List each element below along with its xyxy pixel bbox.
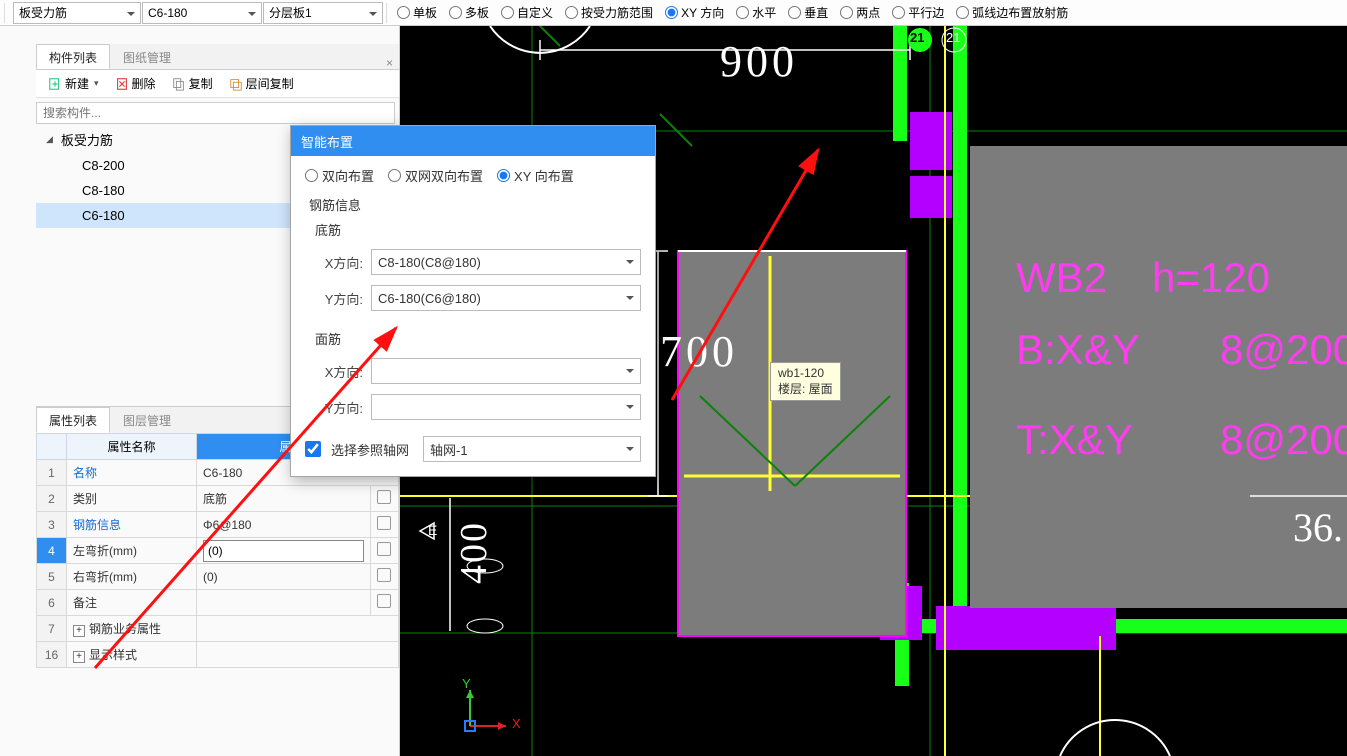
dim-900: 900	[720, 36, 798, 87]
dim-700: 700	[660, 326, 738, 377]
new-icon	[48, 77, 62, 91]
dim-400: 400	[452, 521, 496, 584]
ucs-y-label: Y	[462, 676, 471, 691]
radio-bidir[interactable]: 双向布置	[305, 166, 374, 185]
radio-double-net[interactable]: 双网双向布置	[388, 166, 483, 185]
table-row[interactable]: 16+显示样式	[37, 642, 399, 668]
copy-button[interactable]: 复制	[168, 73, 217, 94]
axis-select[interactable]: 轴网-1	[423, 436, 641, 462]
radio-custom[interactable]: 自定义	[501, 4, 553, 21]
dialog-title[interactable]: 智能布置	[291, 126, 655, 156]
floor-copy-icon	[229, 77, 243, 91]
label-y: Y方向:	[305, 289, 371, 308]
delete-button[interactable]: 删除	[111, 73, 160, 94]
hover-tooltip: wb1-120 楼层: 屋面	[770, 362, 841, 401]
new-button[interactable]: 新建▾	[44, 73, 103, 94]
table-row[interactable]: 2类别底筋	[37, 486, 399, 512]
smart-layout-dialog: 智能布置 双向布置 双网双向布置 XY 向布置 钢筋信息 底筋 X方向: C8-…	[290, 125, 656, 477]
ucs-x-label: X	[512, 716, 521, 731]
tab-layer-mgmt[interactable]: 图层管理	[110, 407, 184, 433]
close-icon[interactable]: ×	[386, 56, 393, 70]
floor-copy-button[interactable]: 层间复制	[225, 73, 298, 94]
sub-bottom: 底筋	[315, 220, 641, 239]
table-row[interactable]: 7+钢筋业务属性	[37, 616, 399, 642]
slab-h: h=120	[1152, 254, 1270, 303]
ref-grid-checkbox[interactable]	[305, 441, 321, 457]
label-x2: X方向:	[305, 362, 371, 381]
search-input[interactable]	[36, 102, 395, 124]
tab-property-list[interactable]: 属性列表	[36, 407, 110, 433]
radio-range[interactable]: 按受力筋范围	[565, 4, 653, 21]
dim-36: 36.	[1293, 504, 1343, 551]
component-name-select[interactable]: C6-180	[142, 2, 262, 24]
slab-b-val: 8@200	[1220, 326, 1347, 375]
x-top-select[interactable]	[371, 358, 641, 384]
component-toolbar: 新建▾ 删除 复制 层间复制	[36, 70, 399, 98]
x-bottom-select[interactable]: C8-180(C8@180)	[371, 249, 641, 275]
tab-drawing-mgmt[interactable]: 图纸管理	[110, 44, 184, 69]
axis-tag-a: 21	[910, 30, 924, 45]
left-bend-input[interactable]	[203, 540, 364, 562]
radio-single[interactable]: 单板	[397, 4, 437, 21]
copy-icon	[172, 77, 186, 91]
slab-t-val: 8@200	[1220, 416, 1347, 465]
radio-twopoint[interactable]: 两点	[840, 4, 880, 21]
top-toolbar: 板受力筋 C6-180 分层板1 单板 多板 自定义 按受力筋范围 XY 方向 …	[0, 0, 1347, 26]
placement-mode-radios: 单板 多板 自定义 按受力筋范围 XY 方向 水平 垂直 两点 平行边 弧线边布…	[397, 4, 1078, 21]
col-name: 属性名称	[67, 434, 197, 460]
y-bottom-select[interactable]: C6-180(C6@180)	[371, 285, 641, 311]
radio-multi[interactable]: 多板	[449, 4, 489, 21]
table-row[interactable]: 4左弯折(mm)	[37, 538, 399, 564]
radio-parallel[interactable]: 平行边	[892, 4, 944, 21]
search-box	[36, 102, 395, 124]
radio-xy-dir[interactable]: XY 向布置	[497, 166, 574, 185]
tab-component-list[interactable]: 构件列表	[36, 44, 110, 69]
axis-tag-b: 21	[946, 30, 960, 45]
component-type-select[interactable]: 板受力筋	[13, 2, 141, 24]
sub-top: 面筋	[315, 329, 641, 348]
label-x: X方向:	[305, 253, 371, 272]
ref-grid-label: 选择参照轴网	[331, 440, 409, 459]
slab-b: B:X&Y	[1016, 326, 1140, 375]
radio-xy[interactable]: XY 方向	[665, 4, 724, 21]
component-tabs: 构件列表 图纸管理	[36, 44, 399, 70]
table-row[interactable]: 6备注	[37, 590, 399, 616]
radio-arc[interactable]: 弧线边布置放射筋	[956, 4, 1068, 21]
table-row[interactable]: 5右弯折(mm)(0)	[37, 564, 399, 590]
radio-vertical[interactable]: 垂直	[788, 4, 828, 21]
group-rebar-info: 钢筋信息	[309, 195, 641, 214]
slab-t: T:X&Y	[1016, 416, 1133, 465]
slab-label: WB2	[1016, 254, 1107, 303]
y-top-select[interactable]	[371, 394, 641, 420]
radio-horizontal[interactable]: 水平	[736, 4, 776, 21]
layout-mode-radios: 双向布置 双网双向布置 XY 向布置	[305, 166, 641, 185]
delete-icon	[115, 77, 129, 91]
marker-e: E	[428, 522, 437, 538]
table-row[interactable]: 3钢筋信息Φ6@180	[37, 512, 399, 538]
label-y2: Y方向:	[305, 398, 371, 417]
layer-select[interactable]: 分层板1	[263, 2, 383, 24]
